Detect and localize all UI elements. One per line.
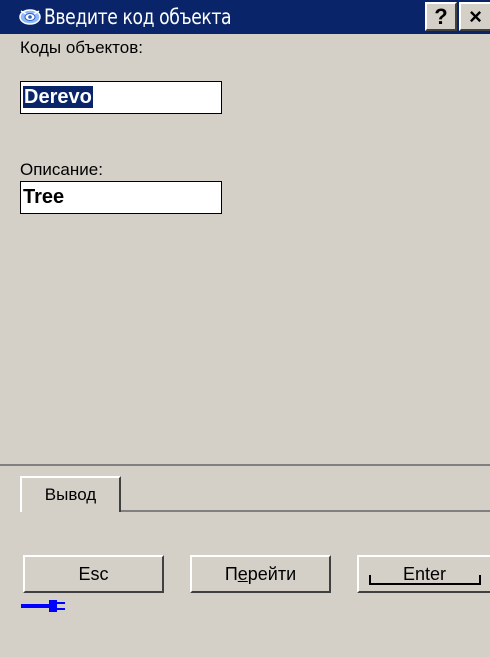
window-title: Введите код объекта — [44, 5, 232, 29]
enter-button[interactable]: Enter — [357, 555, 490, 593]
close-button[interactable]: × — [459, 2, 490, 31]
esc-button[interactable]: Esc — [23, 555, 164, 593]
go-label-suffix: рейти — [247, 563, 297, 584]
description-input[interactable]: Tree — [20, 181, 222, 214]
go-label-prefix: П — [224, 563, 238, 584]
description-label: Описание: — [20, 160, 103, 179]
tab-divider — [121, 510, 490, 512]
code-input-value: Derevo — [23, 86, 93, 108]
go-button[interactable]: Пе рейти — [190, 555, 331, 593]
tab-output[interactable]: Вывод — [20, 476, 121, 512]
go-label-accelerator: е — [237, 563, 248, 584]
code-input[interactable]: Derevo — [20, 81, 222, 114]
app-icon — [19, 9, 41, 25]
help-button[interactable]: ? — [425, 2, 457, 31]
codes-label: Коды объектов: — [20, 38, 143, 57]
enter-return-icon — [369, 575, 481, 585]
title-bar: Введите код объекта ? × — [0, 0, 490, 34]
plug-connected-icon — [21, 600, 65, 612]
